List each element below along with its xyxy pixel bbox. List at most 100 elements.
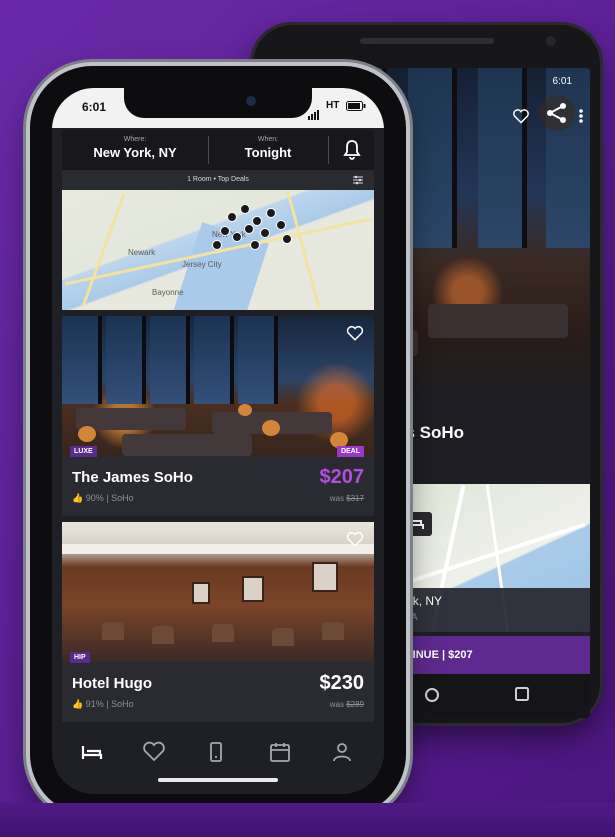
- more-vertical-icon[interactable]: [578, 108, 584, 124]
- hotel-photo: [62, 522, 374, 662]
- speaker-grill: [360, 38, 494, 44]
- bed-icon[interactable]: [80, 740, 104, 764]
- carrier-label: HT: [326, 100, 340, 111]
- hotel-marker[interactable]: [220, 226, 230, 236]
- home-button-icon[interactable]: [423, 686, 441, 704]
- front-camera: [546, 36, 556, 46]
- map-label: Jersey City: [182, 260, 222, 269]
- heart-icon[interactable]: [512, 108, 530, 124]
- hotel-marker[interactable]: [240, 204, 250, 214]
- window: [62, 316, 102, 404]
- tab-bar: [52, 724, 384, 794]
- hotel-marker[interactable]: [282, 234, 292, 244]
- when-label: When:: [257, 136, 279, 143]
- thumbs-up-icon: 👍: [72, 699, 84, 709]
- hotel-marker[interactable]: [212, 240, 222, 250]
- pouf: [78, 426, 96, 442]
- hotel-price: $230: [319, 672, 365, 694]
- wall-art: [242, 576, 264, 602]
- recents-button-icon[interactable]: [514, 686, 530, 702]
- original-price: was $289: [330, 700, 364, 709]
- hotel-marker[interactable]: [266, 208, 276, 218]
- original-price: was $317: [330, 494, 364, 503]
- map-road: [81, 193, 126, 307]
- window: [106, 316, 146, 404]
- hotel-marker[interactable]: [260, 228, 270, 238]
- phone-icon[interactable]: [204, 740, 228, 764]
- map-road: [286, 191, 321, 309]
- hotels-map[interactable]: Newark New York Jersey City Bayonne: [62, 190, 374, 310]
- where-value: New York, NY: [93, 145, 177, 160]
- hotel-marker[interactable]: [244, 224, 254, 234]
- category-badge: LUXE: [70, 446, 97, 457]
- hotel-name: The James SoHo: [72, 469, 193, 486]
- when-value: Tonight: [244, 145, 292, 160]
- was-price: $317: [346, 494, 364, 503]
- hotel-card[interactable]: HIP Hotel Hugo $230 👍 91% | SoHo was $28…: [62, 522, 374, 722]
- wall-art: [312, 562, 338, 592]
- hotel-marker[interactable]: [227, 212, 237, 222]
- where-field[interactable]: Where: New York, NY: [62, 130, 208, 170]
- window: [478, 68, 527, 248]
- user-icon[interactable]: [330, 740, 354, 764]
- bed-icon: [404, 519, 424, 529]
- rating-text: 90% | SoHo: [85, 493, 134, 503]
- rating-text: 91% | SoHo: [85, 699, 134, 709]
- heart-icon[interactable]: [142, 740, 166, 764]
- pouf: [262, 420, 280, 436]
- hotel-name: Hotel Hugo: [72, 675, 152, 692]
- iphone: 6:01 HT Where: New York, NY When: Tonigh…: [30, 66, 406, 816]
- pendant-lamp: [238, 404, 252, 416]
- hotel-marker[interactable]: [276, 220, 286, 230]
- bell-icon[interactable]: [340, 138, 364, 162]
- hotel-marker[interactable]: [250, 240, 260, 250]
- window: [194, 316, 234, 404]
- when-field[interactable]: When: Tonight: [209, 130, 327, 170]
- wall-art: [192, 582, 210, 604]
- address-panel: v York, NY 2, USA: [386, 588, 590, 632]
- map-label: Newark: [128, 248, 156, 257]
- hotel-marker[interactable]: [252, 216, 262, 226]
- status-time: 6:01: [82, 100, 107, 114]
- window: [150, 316, 190, 404]
- was-label: was: [329, 700, 344, 709]
- purple-background: 6:01 es SoHo gs: [0, 0, 615, 837]
- deal-badge: DEAL: [336, 446, 364, 457]
- divider: [328, 136, 329, 164]
- hotel-list-screen: 6:01 HT Where: New York, NY When: Tonigh…: [52, 88, 384, 794]
- where-label: Where:: [123, 136, 147, 143]
- status-time: 6:01: [552, 76, 572, 87]
- hotel-rating: 👍 91% | SoHo: [72, 699, 134, 710]
- chair: [322, 622, 344, 640]
- hotel-price: $207: [319, 466, 365, 488]
- continue-button-label: NTINUE | $207: [398, 649, 473, 661]
- hotel-title: es SoHo: [396, 423, 465, 442]
- battery-icon: [346, 101, 366, 111]
- filter-sliders-icon[interactable]: [352, 174, 364, 186]
- hotel-rating: 👍 90% | SoHo: [72, 493, 134, 504]
- hotel-card[interactable]: LUXE DEAL The James SoHo $207 👍 90% | So…: [62, 316, 374, 516]
- chair: [212, 624, 234, 642]
- filter-summary: 1 Room • Top Deals: [187, 176, 249, 183]
- filter-bar[interactable]: 1 Room • Top Deals: [62, 170, 374, 190]
- heart-icon[interactable]: [346, 530, 364, 548]
- window: [408, 68, 457, 248]
- was-price: $289: [346, 700, 364, 709]
- chair: [152, 626, 174, 644]
- heart-icon[interactable]: [346, 324, 364, 342]
- hotel-marker[interactable]: [232, 232, 242, 242]
- window: [238, 316, 278, 404]
- lounge-seat: [428, 304, 568, 338]
- search-bar: Where: New York, NY When: Tonight: [62, 130, 374, 170]
- calendar-icon[interactable]: [268, 740, 292, 764]
- share-icon[interactable]: [538, 94, 576, 132]
- ceiling: [62, 544, 374, 554]
- was-label: was: [329, 494, 344, 503]
- sofa: [122, 434, 252, 456]
- category-badge: HIP: [70, 652, 90, 663]
- map-label: Bayonne: [152, 288, 184, 297]
- front-camera: [246, 96, 256, 106]
- home-indicator[interactable]: [158, 778, 278, 782]
- hotel-photo: [62, 316, 374, 456]
- chair: [272, 628, 294, 646]
